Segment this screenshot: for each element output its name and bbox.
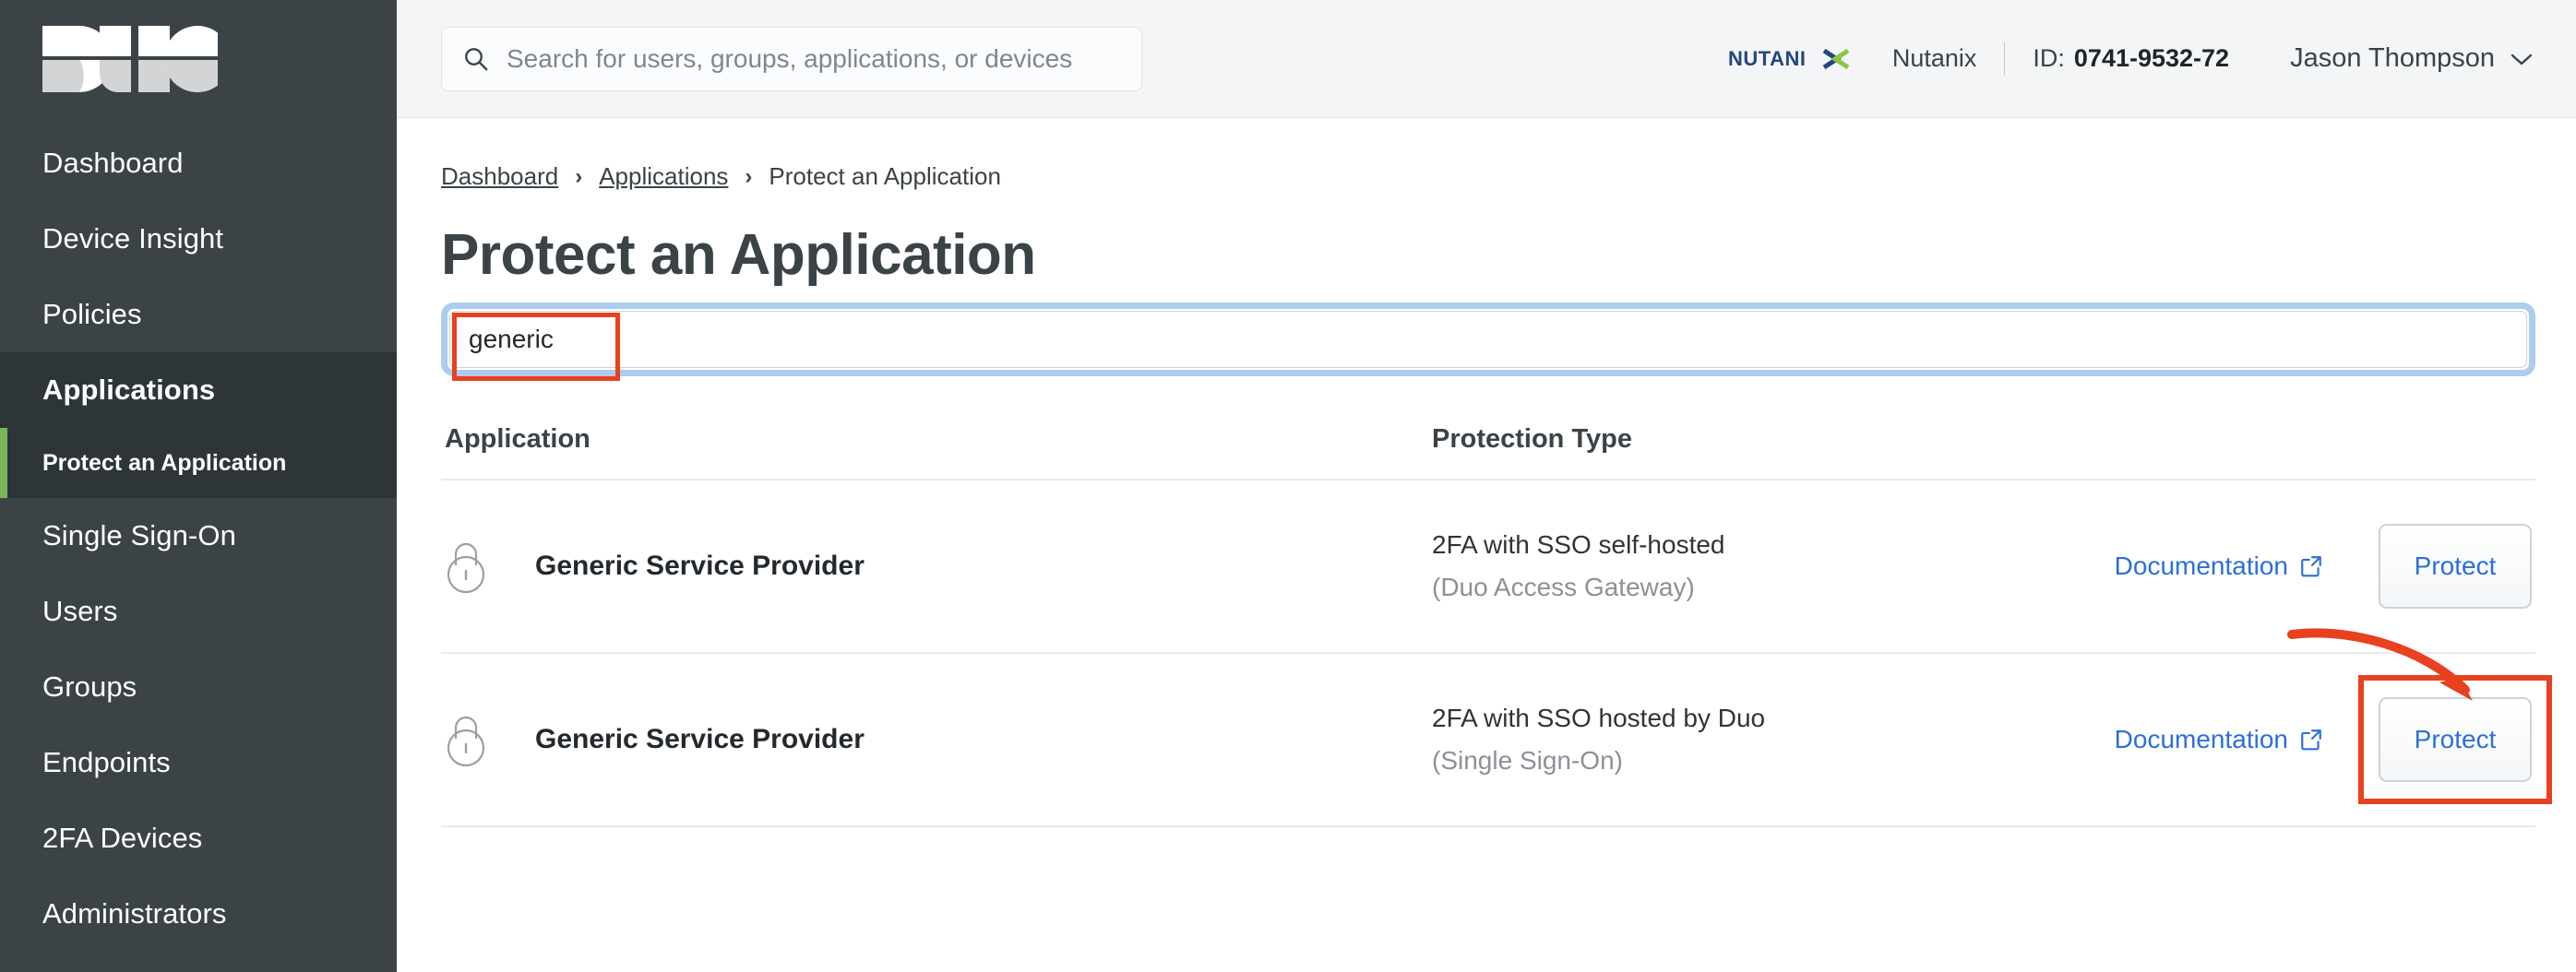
- sidebar-item-label: Policies: [42, 298, 142, 331]
- nutanix-logo: NUTANI: [1728, 45, 1865, 73]
- external-link-icon: [2299, 554, 2323, 578]
- protect-button[interactable]: Protect: [2379, 697, 2532, 782]
- breadcrumb-applications[interactable]: Applications: [599, 162, 728, 191]
- sidebar-item-protect-an-application[interactable]: Protect an Application: [0, 428, 397, 498]
- breadcrumb-dashboard[interactable]: Dashboard: [441, 162, 558, 191]
- lock-icon: [445, 538, 487, 595]
- sidebar-subitem-label: Protect an Application: [42, 450, 286, 477]
- page-content: Dashboard › Applications › Protect an Ap…: [397, 118, 2576, 972]
- sidebar-nav: Dashboard Device Insight Policies Applic…: [0, 118, 397, 972]
- table-header-row: Application Protection Type: [441, 424, 2535, 480]
- column-header-protection-type: Protection Type: [1432, 424, 2532, 455]
- top-bar: Search for users, groups, applications, …: [397, 0, 2576, 118]
- applications-table: Application Protection Type Generic Serv…: [441, 424, 2535, 827]
- column-header-application: Application: [445, 424, 1432, 455]
- protect-button[interactable]: Protect: [2379, 524, 2532, 609]
- protect-button-wrap: Protect: [2379, 524, 2532, 609]
- sidebar-item-policies[interactable]: Policies: [0, 277, 397, 352]
- application-cell: Generic Service Provider: [445, 711, 1432, 768]
- external-link-icon: [2299, 728, 2323, 752]
- account-id-label: ID:: [2033, 44, 2065, 73]
- duo-admin-panel: Dashboard Device Insight Policies Applic…: [0, 0, 2576, 972]
- sidebar: Dashboard Device Insight Policies Applic…: [0, 0, 397, 972]
- protect-button-wrap: Protect: [2379, 697, 2532, 782]
- divider: [2004, 42, 2005, 76]
- main-area: Search for users, groups, applications, …: [397, 0, 2576, 972]
- protection-type-cell: 2FA with SSO hosted by Duo (Single Sign-…: [1432, 704, 2115, 776]
- search-placeholder: Search for users, groups, applications, …: [507, 44, 1072, 74]
- sidebar-item-label: Dashboard: [42, 147, 184, 180]
- application-name: Generic Service Provider: [535, 551, 865, 582]
- sidebar-item-administrators[interactable]: Administrators: [0, 876, 397, 952]
- sidebar-item-label: 2FA Devices: [42, 822, 202, 855]
- sidebar-item-groups[interactable]: Groups: [0, 649, 397, 725]
- sidebar-item-dashboard[interactable]: Dashboard: [0, 125, 397, 201]
- protection-type-sub: (Duo Access Gateway): [1432, 573, 2115, 602]
- breadcrumb-separator: ›: [575, 164, 582, 190]
- row-actions: Documentation Protect: [2115, 524, 2532, 609]
- account-area: NUTANI Nutanix ID: 0741-9532-72 Jason Th…: [1728, 42, 2534, 76]
- breadcrumb-current: Protect an Application: [769, 162, 1001, 191]
- documentation-label: Documentation: [2115, 551, 2288, 581]
- global-search[interactable]: Search for users, groups, applications, …: [441, 27, 1142, 91]
- breadcrumb-separator: ›: [745, 164, 752, 190]
- documentation-label: Documentation: [2115, 725, 2288, 754]
- sidebar-item-label: Groups: [42, 670, 137, 704]
- sidebar-item-trust-monitor[interactable]: Trust Monitor: [0, 952, 397, 972]
- active-accent-bar: [0, 428, 7, 498]
- documentation-link[interactable]: Documentation: [2115, 551, 2323, 581]
- search-icon: [462, 45, 490, 73]
- protection-type-main: 2FA with SSO self-hosted: [1432, 530, 2115, 560]
- table-row: Generic Service Provider 2FA with SSO se…: [441, 480, 2535, 654]
- user-name: Jason Thompson: [2290, 43, 2495, 74]
- svg-text:NUTANI: NUTANI: [1728, 47, 1806, 70]
- sidebar-item-device-insight[interactable]: Device Insight: [0, 201, 397, 277]
- sidebar-item-label: Endpoints: [42, 746, 171, 779]
- account-name: Nutanix: [1892, 44, 1977, 73]
- table-row: Generic Service Provider 2FA with SSO ho…: [441, 654, 2535, 827]
- sidebar-item-label: Device Insight: [42, 222, 223, 255]
- chevron-down-icon: [2510, 52, 2534, 66]
- application-filter-wrap: [441, 302, 2535, 376]
- breadcrumb: Dashboard › Applications › Protect an Ap…: [441, 162, 2535, 191]
- row-actions: Documentation Protect: [2115, 697, 2532, 782]
- filter-focus-ring: [441, 302, 2535, 376]
- protection-type-sub: (Single Sign-On): [1432, 746, 2115, 776]
- account-id-value: 0741-9532-72: [2074, 44, 2229, 73]
- application-cell: Generic Service Provider: [445, 538, 1432, 595]
- sidebar-item-endpoints[interactable]: Endpoints: [0, 725, 397, 800]
- user-menu[interactable]: Jason Thompson: [2290, 43, 2534, 74]
- sidebar-item-single-sign-on[interactable]: Single Sign-On: [0, 498, 397, 574]
- sidebar-item-users[interactable]: Users: [0, 574, 397, 649]
- lock-icon: [445, 711, 487, 768]
- application-name: Generic Service Provider: [535, 724, 865, 755]
- documentation-link[interactable]: Documentation: [2115, 725, 2323, 754]
- sidebar-item-label: Single Sign-On: [42, 519, 236, 552]
- sidebar-item-applications[interactable]: Applications: [0, 352, 397, 428]
- protection-type-main: 2FA with SSO hosted by Duo: [1432, 704, 2115, 733]
- protection-type-cell: 2FA with SSO self-hosted (Duo Access Gat…: [1432, 530, 2115, 602]
- page-title: Protect an Application: [441, 222, 2535, 288]
- sidebar-item-label: Applications: [42, 373, 215, 407]
- duo-logo[interactable]: [0, 0, 397, 118]
- application-filter-input[interactable]: [449, 311, 2527, 368]
- sidebar-item-label: Users: [42, 595, 117, 628]
- sidebar-item-2fa-devices[interactable]: 2FA Devices: [0, 800, 397, 876]
- sidebar-item-label: Administrators: [42, 897, 227, 931]
